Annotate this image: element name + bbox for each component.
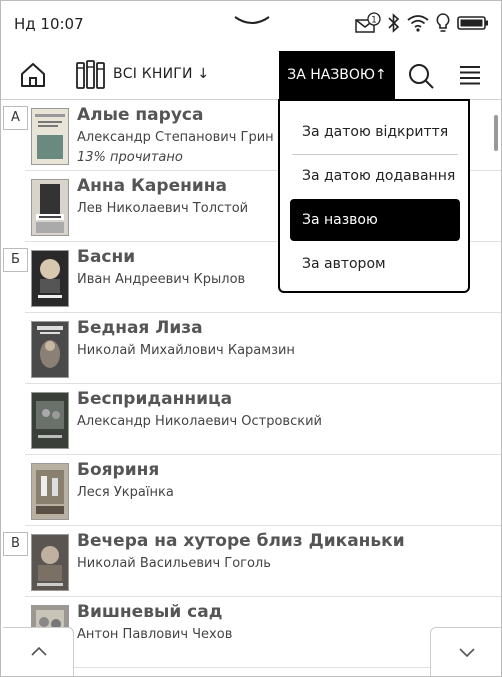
sort-button[interactable]: ЗА НАЗВОЮ↑ xyxy=(279,51,395,99)
book-cover xyxy=(31,321,69,378)
book-row[interactable]: Вишневый сад Антон Павлович Чехов xyxy=(1,597,501,668)
pull-down-handle-icon[interactable] xyxy=(234,15,270,27)
book-title: Алые паруса xyxy=(77,105,204,125)
book-cover xyxy=(31,250,69,307)
book-title: Бояриня xyxy=(77,460,160,480)
reading-progress: 13% прочитано xyxy=(77,150,183,165)
book-author: Николай Васильевич Гоголь xyxy=(77,556,271,571)
all-books-filter[interactable]: ВСІ КНИГИ ↓ xyxy=(113,66,209,82)
chevron-up-icon xyxy=(31,646,47,656)
library-icon[interactable] xyxy=(75,60,107,90)
book-title: Вечера на хуторе близ Диканьки xyxy=(77,531,405,551)
book-cover xyxy=(31,179,69,236)
book-cover xyxy=(31,463,69,520)
book-cover xyxy=(31,534,69,591)
mail-notification-icon: 1 xyxy=(355,12,381,33)
wifi-icon xyxy=(407,15,429,32)
book-row[interactable]: Бояриня Леся Українка xyxy=(1,455,501,526)
chevron-down-icon xyxy=(459,648,475,658)
screen: Нд 10:07 1 ВСІ КНИГИ ↓ ЗА НАЗВОЮ↑ А Алые… xyxy=(0,0,502,677)
alphabet-marker: В xyxy=(3,532,28,556)
book-author: Лев Николаевич Толстой xyxy=(77,201,249,216)
book-row[interactable]: В Вечера на хуторе близ Диканьки Николай… xyxy=(1,526,501,597)
book-title: Бедная Лиза xyxy=(77,318,203,338)
alphabet-marker: А xyxy=(3,106,28,130)
book-row[interactable]: Бесприданница Александр Николаевич Остро… xyxy=(1,384,501,455)
book-author: Иван Андреевич Крылов xyxy=(77,272,246,287)
toolbar: ВСІ КНИГИ ↓ ЗА НАЗВОЮ↑ xyxy=(1,51,501,99)
book-title: Вишневый сад xyxy=(77,602,223,622)
book-row[interactable]: Бедная Лиза Николай Михайлович Карамзин xyxy=(1,313,501,384)
book-author: Антон Павлович Чехов xyxy=(77,627,233,642)
book-author: Леся Українка xyxy=(77,485,174,500)
status-bar: Нд 10:07 1 xyxy=(1,1,501,47)
battery-icon xyxy=(457,16,488,30)
sort-button-label: ЗА НАЗВОЮ↑ xyxy=(287,67,387,83)
sort-option-author[interactable]: За автором xyxy=(290,243,460,285)
scroll-up-button[interactable] xyxy=(3,627,74,676)
clock: Нд 10:07 xyxy=(14,15,84,33)
alphabet-marker: Б xyxy=(3,248,28,272)
sort-menu: За датою відкриття За датою додавання За… xyxy=(278,99,470,293)
frontlight-icon xyxy=(436,13,450,32)
book-title: Анна Каренина xyxy=(77,176,227,196)
bluetooth-icon xyxy=(388,13,400,33)
scroll-down-button[interactable] xyxy=(430,627,501,676)
book-cover xyxy=(31,108,69,165)
sort-option-date-opened[interactable]: За датою відкриття xyxy=(290,111,460,153)
status-icons: 1 xyxy=(355,12,489,34)
home-icon[interactable] xyxy=(19,61,47,89)
book-cover xyxy=(31,392,69,449)
scrollbar-thumb[interactable] xyxy=(494,115,498,151)
menu-icon[interactable] xyxy=(459,65,481,85)
sort-option-title[interactable]: За назвою xyxy=(290,199,460,241)
book-author: Александр Степанович Грин xyxy=(77,130,274,145)
book-author: Николай Михайлович Карамзин xyxy=(77,343,295,358)
notification-count: 1 xyxy=(371,16,377,26)
book-author: Александр Николаевич Островский xyxy=(77,414,322,429)
book-title: Басни xyxy=(77,247,136,267)
book-title: Бесприданница xyxy=(77,389,233,409)
sort-option-date-added[interactable]: За датою додавання xyxy=(290,155,460,197)
search-icon[interactable] xyxy=(407,62,435,90)
